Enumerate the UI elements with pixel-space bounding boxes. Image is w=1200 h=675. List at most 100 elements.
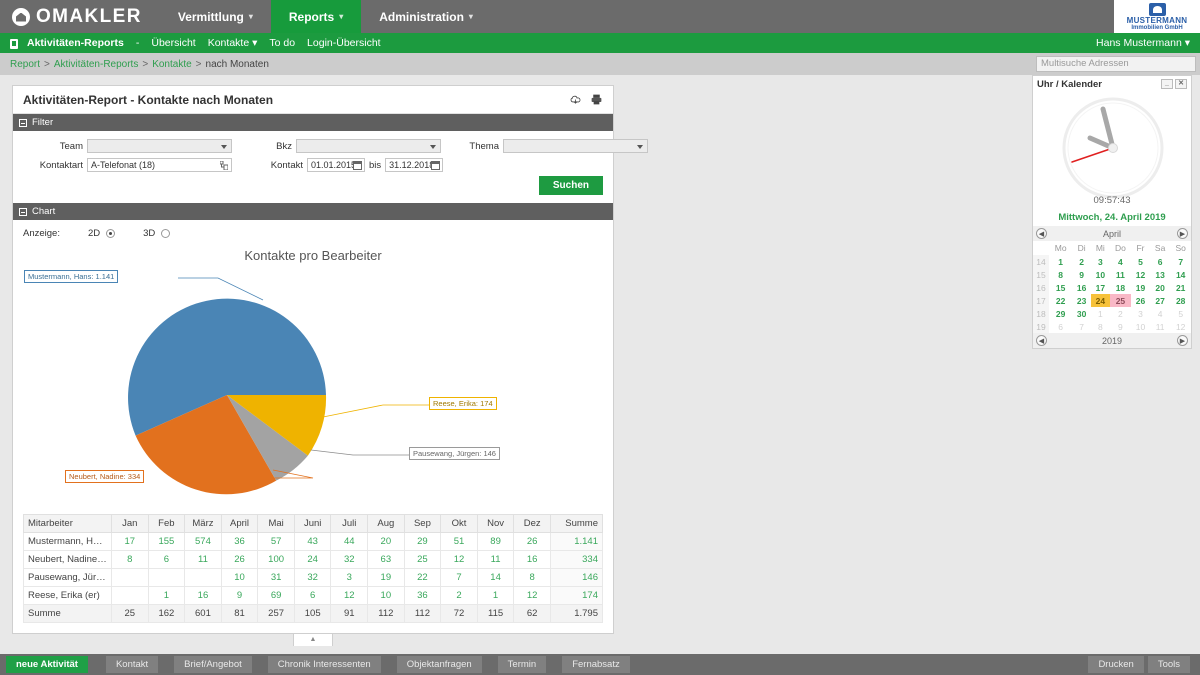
- calendar-day[interactable]: 22: [1049, 294, 1072, 307]
- week-number[interactable]: 18: [1033, 307, 1049, 320]
- filter-section-header[interactable]: Filter: [13, 114, 613, 131]
- radio-2d[interactable]: [106, 229, 116, 238]
- col-okt[interactable]: Okt: [440, 514, 478, 533]
- calendar-day[interactable]: 10: [1131, 320, 1150, 333]
- week-number[interactable]: 15: [1033, 268, 1049, 281]
- calendar-day[interactable]: 5: [1170, 307, 1191, 320]
- week-number[interactable]: 17: [1033, 294, 1049, 307]
- printer-icon[interactable]: [590, 93, 603, 106]
- chronik-interessenten-button[interactable]: Chronik Interessenten: [267, 656, 381, 673]
- search-input[interactable]: Multisuche Adressen: [1036, 56, 1196, 72]
- breadcrumb-kontakte[interactable]: Kontakte: [152, 59, 191, 70]
- tools-button[interactable]: Tools: [1147, 656, 1190, 673]
- calendar-day[interactable]: 13: [1150, 268, 1171, 281]
- thema-select[interactable]: [503, 139, 648, 153]
- calendar-day[interactable]: 8: [1049, 268, 1072, 281]
- calendar-day-today[interactable]: 24: [1091, 294, 1110, 307]
- menu-administration[interactable]: Administration ▾: [361, 0, 491, 33]
- brief-angebot-button[interactable]: Brief/Angebot: [174, 656, 252, 673]
- subnav-uebersicht[interactable]: Übersicht: [145, 37, 201, 49]
- radio-3d[interactable]: [161, 229, 171, 238]
- arrow-right-circle-icon[interactable]: ▶: [1177, 335, 1188, 346]
- calendar-icon[interactable]: [353, 161, 362, 170]
- calendar-day[interactable]: 20: [1150, 281, 1171, 294]
- calendar-day[interactable]: 17: [1091, 281, 1110, 294]
- calendar-day[interactable]: 19: [1131, 281, 1150, 294]
- subnav-kontakte[interactable]: Kontakte ▾: [202, 37, 264, 49]
- calendar-day[interactable]: 16: [1072, 281, 1091, 294]
- kontaktart-input[interactable]: A-Telefonat (18): [87, 158, 232, 172]
- arrow-right-circle-icon[interactable]: ▶: [1177, 228, 1188, 239]
- list-picker-icon[interactable]: [219, 160, 229, 171]
- calendar-day[interactable]: 6: [1049, 320, 1072, 333]
- week-number[interactable]: 19: [1033, 320, 1049, 333]
- minimize-icon[interactable]: _: [1161, 79, 1173, 89]
- date-to-input[interactable]: 31.12.2018: [385, 158, 444, 172]
- col-dez[interactable]: Dez: [513, 514, 551, 533]
- calendar-day[interactable]: 2: [1110, 307, 1131, 320]
- table-row[interactable]: Neubert, Nadine (nn) 8 6 11 26 100 24 32…: [23, 550, 603, 569]
- arrow-left-circle-icon[interactable]: ◀: [1036, 228, 1047, 239]
- objektanfragen-button[interactable]: Objektanfragen: [396, 656, 482, 673]
- calendar-day-selected[interactable]: 25: [1109, 294, 1132, 307]
- col-nov[interactable]: Nov: [476, 514, 515, 533]
- calendar-day[interactable]: 29: [1049, 307, 1072, 320]
- col-aug[interactable]: Aug: [367, 514, 405, 533]
- calendar-day[interactable]: 7: [1170, 255, 1191, 268]
- calendar-day[interactable]: 4: [1150, 307, 1171, 320]
- col-feb[interactable]: Feb: [147, 514, 186, 533]
- calendar-day[interactable]: 21: [1170, 281, 1191, 294]
- calendar-day[interactable]: 28: [1170, 294, 1191, 307]
- calendar-day[interactable]: 4: [1110, 255, 1131, 268]
- col-mitarbeiter[interactable]: Mitarbeiter: [23, 514, 112, 533]
- calendar-day[interactable]: 30: [1072, 307, 1091, 320]
- menu-reports[interactable]: Reports ▾: [270, 0, 362, 33]
- search-button[interactable]: Suchen: [538, 176, 603, 195]
- calendar-day[interactable]: 12: [1170, 320, 1191, 333]
- calendar-day[interactable]: 1: [1049, 255, 1072, 268]
- calendar-day[interactable]: 11: [1110, 268, 1131, 281]
- team-select[interactable]: [87, 139, 232, 153]
- user-menu[interactable]: Hans Mustermann ▾: [1096, 37, 1190, 49]
- collapse-icon[interactable]: [19, 207, 27, 216]
- menu-vermittlung[interactable]: Vermittlung ▾: [160, 0, 271, 33]
- kontakt-button[interactable]: Kontakt: [105, 656, 159, 673]
- calendar-day[interactable]: 1: [1091, 307, 1110, 320]
- col-mai[interactable]: Mai: [257, 514, 295, 533]
- brand-logo-area[interactable]: OMAKLER: [0, 0, 160, 33]
- calendar-day[interactable]: 9: [1110, 320, 1131, 333]
- col-jan[interactable]: Jan: [111, 514, 149, 533]
- collapse-icon[interactable]: [19, 118, 27, 127]
- calendar-day[interactable]: 26: [1131, 294, 1150, 307]
- week-number[interactable]: 16: [1033, 281, 1049, 294]
- termin-button[interactable]: Termin: [497, 656, 547, 673]
- breadcrumb-aktivitaeten-reports[interactable]: Aktivitäten-Reports: [54, 59, 138, 70]
- calendar-day[interactable]: 5: [1131, 255, 1150, 268]
- col-sep[interactable]: Sep: [403, 514, 442, 533]
- calendar-day[interactable]: 9: [1072, 268, 1091, 281]
- calendar-day[interactable]: 2: [1072, 255, 1091, 268]
- calendar-day[interactable]: 11: [1150, 320, 1171, 333]
- cloud-download-icon[interactable]: [569, 93, 582, 106]
- calendar-day[interactable]: 7: [1072, 320, 1091, 333]
- subnav-login-uebersicht[interactable]: Login-Übersicht: [301, 37, 387, 49]
- calendar-day[interactable]: 3: [1091, 255, 1110, 268]
- drucken-button[interactable]: Drucken: [1088, 656, 1144, 673]
- subnav-todo[interactable]: To do: [263, 37, 301, 49]
- chart-section-header[interactable]: Chart: [13, 203, 613, 220]
- col-juli[interactable]: Juli: [330, 514, 369, 533]
- calendar-day[interactable]: 6: [1150, 255, 1171, 268]
- bkz-select[interactable]: [296, 139, 441, 153]
- table-row[interactable]: Pausewang, Jürgen ... 10 31 32 3 19 22 7…: [23, 568, 603, 587]
- calendar-day[interactable]: 18: [1110, 281, 1131, 294]
- new-activity-button[interactable]: neue Aktivität: [6, 656, 88, 673]
- arrow-left-circle-icon[interactable]: ◀: [1036, 335, 1047, 346]
- breadcrumb-report[interactable]: Report: [10, 59, 40, 70]
- calendar-day[interactable]: 12: [1131, 268, 1150, 281]
- col-maerz[interactable]: März: [184, 514, 222, 533]
- calendar-day[interactable]: 27: [1150, 294, 1171, 307]
- calendar-day[interactable]: 8: [1091, 320, 1110, 333]
- close-icon[interactable]: ✕: [1175, 79, 1187, 89]
- calendar-day[interactable]: 23: [1072, 294, 1091, 307]
- fernabsatz-button[interactable]: Fernabsatz: [562, 656, 630, 673]
